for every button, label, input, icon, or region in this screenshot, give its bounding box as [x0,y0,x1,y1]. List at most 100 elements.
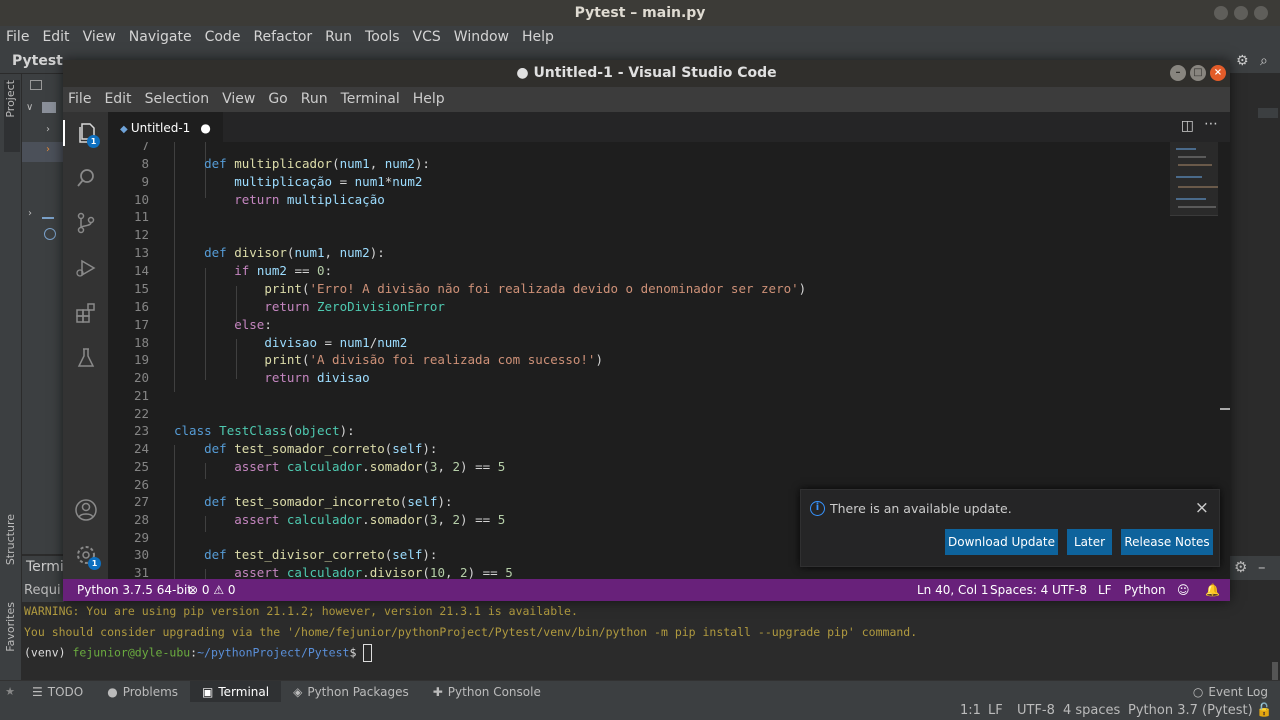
terminal-output[interactable]: WARNING: You are using pip version 21.1.… [22,602,1280,680]
menu-edit[interactable]: Edit [104,87,131,112]
release-notes-button[interactable]: Release Notes [1121,529,1213,555]
tree-expand-icon[interactable]: ∨ [26,102,33,113]
structure-tool-tab[interactable]: Structure [4,514,20,584]
testing-button[interactable] [73,345,99,371]
python-packages-tool-button[interactable]: ◈ Python Packages [281,681,421,703]
menu-file[interactable]: File [68,87,91,112]
menu-help[interactable]: Help [522,26,554,48]
todo-tool-button[interactable]: ☰ TODO [20,681,95,703]
lock-icon[interactable]: 🔓 [1256,703,1272,718]
maximize-icon[interactable]: □ [1190,65,1206,81]
language-mode[interactable]: Python [1124,579,1166,601]
minimap-line [1176,198,1206,200]
selected-tree-row[interactable]: › [22,142,64,162]
menu-view[interactable]: View [222,87,255,112]
menu-code[interactable]: Code [205,26,241,48]
encoding[interactable]: UTF-8 [1052,579,1087,601]
indentation[interactable]: Spaces: 4 [990,579,1048,601]
search-icon[interactable]: ⌕ [1260,53,1268,69]
feedback-icon[interactable]: ☺ [1177,579,1190,601]
notification-close-icon[interactable]: × [1195,498,1209,518]
cursor-position[interactable]: Ln 40, Col 1 [917,579,989,601]
editor-tab-bar: ◆ Untitled-1 ● ◫ ⋯ [108,112,1230,142]
line-number: 14 [133,263,149,278]
vscode-window-title: Untitled-1 - Visual Studio Code [533,65,777,81]
menu-navigate[interactable]: Navigate [129,26,192,48]
extensions-button[interactable] [73,300,99,326]
accounts-button[interactable] [73,497,99,523]
end-of-line[interactable]: LF [1098,579,1112,601]
scrollbar-thumb[interactable] [1258,108,1278,118]
menu-refactor[interactable]: Refactor [253,26,312,48]
problems-tool-button[interactable]: ● Problems [95,681,190,703]
notifications-bell-icon[interactable]: 🔔 [1205,579,1220,601]
code-line-31: assert calculador.divisor(10, 2) == 5 [234,565,513,579]
python-interpreter[interactable]: Python 3.7.5 64-bit [77,579,192,601]
code-line-20: return divisao [264,370,370,385]
minimize-icon[interactable]: – [1170,65,1186,81]
line-number: 11 [133,209,149,224]
explorer-button[interactable]: 1 [63,120,108,148]
terminal-settings-gear-icon[interactable]: ⚙ [1234,558,1247,576]
menu-file[interactable]: File [6,26,29,48]
menu-window[interactable]: Window [454,26,509,48]
menu-edit[interactable]: Edit [42,26,69,48]
favorites-tool-tab[interactable]: Favorites [4,602,20,672]
terminal-scrollbar[interactable] [1272,662,1278,680]
menu-tools[interactable]: Tools [365,26,400,48]
manage-button[interactable]: 1 [73,542,101,570]
menu-selection[interactable]: Selection [145,87,210,112]
problems-indicator[interactable]: ⊗ 0 ⚠ 0 [188,579,236,601]
line-number: 31 [133,565,149,579]
maximize-icon[interactable] [1234,6,1248,20]
line-number: 17 [133,317,149,332]
minimap-line [1176,176,1202,178]
terminal-tool-button[interactable]: ▣ Terminal [190,680,282,703]
menu-run[interactable]: Run [325,26,352,48]
close-icon[interactable]: × [1210,65,1226,81]
download-update-button[interactable]: Download Update [945,529,1058,555]
settings-gear-icon[interactable]: ⚙ [1236,53,1249,69]
menu-help[interactable]: Help [413,87,445,112]
project-view-icon[interactable] [30,80,42,90]
favorites-star-icon[interactable]: ★ [0,685,20,698]
line-number: 25 [133,459,149,474]
unsaved-dot-icon[interactable]: ● [200,121,210,135]
later-button[interactable]: Later [1067,529,1112,555]
activity-bar: 1 1 [63,112,108,579]
file-encoding[interactable]: UTF-8 [1017,703,1055,718]
library-icon [42,208,54,219]
tree-collapse-icon[interactable]: › [46,124,50,135]
code-line-30: def test_divisor_correto(self): [204,547,438,562]
python-console-icon: ✚ [432,684,443,699]
requirements-tab[interactable]: Requi [22,580,64,602]
folder-icon [42,102,56,113]
vscode-menu-bar: File Edit Selection View Go Run Terminal… [63,87,1230,112]
close-icon[interactable] [1254,6,1268,20]
event-log-button[interactable]: ○ Event Log [1181,681,1280,703]
line-separator[interactable]: LF [988,703,1003,718]
project-name[interactable]: Pytest [12,53,63,69]
run-debug-button[interactable] [73,255,99,281]
editor-tab-untitled[interactable]: ◆ Untitled-1 ● [108,112,223,142]
menu-terminal[interactable]: Terminal [341,87,400,112]
caret-position[interactable]: 1:1 [960,703,981,718]
error-count: 0 [201,583,210,597]
project-tool-tab[interactable]: Project [4,80,20,152]
minimize-icon[interactable] [1214,6,1228,20]
line-number: 22 [133,406,149,421]
more-actions-icon[interactable]: ⋯ [1204,116,1218,132]
source-control-button[interactable] [73,210,99,236]
indent-setting[interactable]: 4 spaces [1063,703,1120,718]
minimap-slider[interactable] [1170,142,1218,216]
menu-vcs[interactable]: VCS [413,26,441,48]
search-button[interactable] [73,165,99,191]
python-interpreter[interactable]: Python 3.7 (Pytest) [1128,703,1253,718]
terminal-hide-icon[interactable]: – [1258,558,1266,576]
menu-go[interactable]: Go [268,87,287,112]
tree-collapse-icon[interactable]: › [28,208,32,219]
python-console-tool-button[interactable]: ✚ Python Console [421,681,553,703]
split-editor-icon[interactable]: ◫ [1181,118,1194,134]
menu-view[interactable]: View [83,26,116,48]
menu-run[interactable]: Run [301,87,328,112]
